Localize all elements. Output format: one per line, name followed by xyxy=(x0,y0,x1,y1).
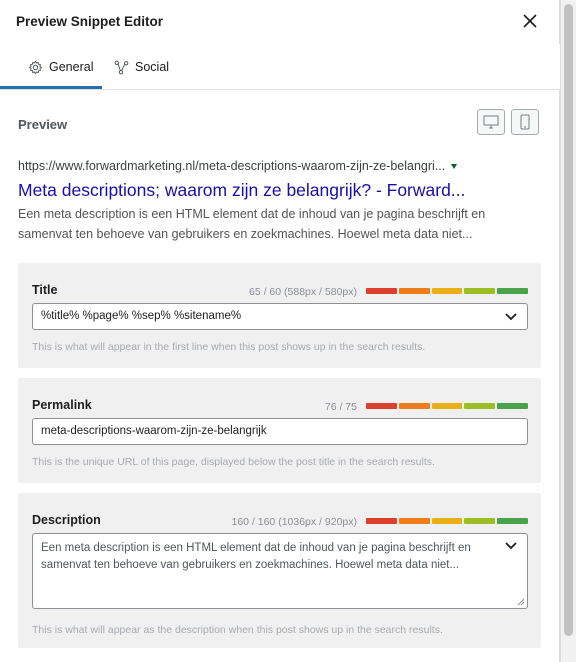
title-input-value: %title% %page% %sep% %sitename% xyxy=(41,310,242,322)
tab-social[interactable]: Social xyxy=(114,44,169,90)
meter-segment xyxy=(366,288,397,294)
close-icon xyxy=(523,14,537,28)
permalink-help-text: This is the unique URL of this page, dis… xyxy=(32,456,435,468)
tab-general-label: General xyxy=(49,60,94,74)
permalink-length-count: 76 / 75 xyxy=(324,401,357,413)
snippet-url: https://www.forwardmarketing.nl/meta-des… xyxy=(18,159,458,173)
snippet-url-text: https://www.forwardmarketing.nl/meta-des… xyxy=(18,159,446,173)
snippet-title[interactable]: Meta descriptions; waarom zijn ze belang… xyxy=(18,180,465,201)
meter-segment xyxy=(464,403,496,409)
description-textarea-value: Een meta description is een HTML element… xyxy=(41,542,471,571)
title-length-count: 65 / 60 (588px / 580px) xyxy=(249,286,357,298)
meter-segment xyxy=(497,518,528,524)
permalink-input[interactable]: meta-descriptions-waarom-zijn-ze-belangr… xyxy=(32,418,528,445)
description-length-count: 160 / 160 (1036px / 920px) xyxy=(231,516,357,528)
scrollbar-thumb[interactable] xyxy=(564,4,573,636)
tab-bar: General Social xyxy=(0,44,560,90)
meter-segment xyxy=(398,288,430,294)
meter-segment xyxy=(497,288,528,294)
meter-segment xyxy=(497,403,528,409)
description-length-meter xyxy=(366,518,528,524)
share-icon xyxy=(114,60,129,74)
desktop-icon xyxy=(483,115,499,129)
mobile-preview-button[interactable] xyxy=(511,109,539,135)
meter-segment xyxy=(366,518,397,524)
mobile-icon xyxy=(520,114,530,130)
meter-segment xyxy=(431,403,463,409)
snippet-editor-modal: Preview Snippet Editor General Social Pr… xyxy=(0,0,560,662)
tab-social-label: Social xyxy=(135,60,170,74)
title-input[interactable]: %title% %page% %sep% %sitename% xyxy=(32,303,528,330)
meter-segment xyxy=(398,403,430,409)
description-textarea[interactable]: Een meta description is een HTML element… xyxy=(32,533,528,609)
preview-heading: Preview xyxy=(18,117,68,132)
meter-segment xyxy=(464,518,496,524)
gear-icon xyxy=(28,60,43,74)
modal-scrollbar[interactable] xyxy=(560,0,576,662)
meter-segment xyxy=(431,518,463,524)
modal-title: Preview Snippet Editor xyxy=(16,14,164,29)
description-field-panel: Description 160 / 160 (1036px / 920px) E… xyxy=(18,493,541,648)
title-length-meter xyxy=(366,288,528,294)
meter-segment xyxy=(366,403,397,409)
permalink-label: Permalink xyxy=(32,398,92,412)
title-help-text: This is what will appear in the first li… xyxy=(32,341,426,353)
title-label: Title xyxy=(32,283,58,297)
permalink-length-meter xyxy=(366,403,528,409)
close-button[interactable] xyxy=(519,10,541,32)
description-label: Description xyxy=(32,513,101,527)
permalink-input-value: meta-descriptions-waarom-zijn-ze-belangr… xyxy=(41,425,267,437)
meter-segment xyxy=(398,518,430,524)
chevron-down-icon[interactable] xyxy=(505,313,517,321)
title-field-panel: Title 65 / 60 (588px / 580px) %title% %p… xyxy=(18,263,541,368)
url-dropdown-arrow-icon xyxy=(451,164,458,170)
tab-general[interactable]: General xyxy=(28,44,93,90)
active-tab-indicator xyxy=(0,86,102,89)
meter-segment xyxy=(431,288,463,294)
description-help-text: This is what will appear as the descript… xyxy=(32,624,443,636)
chevron-down-icon[interactable] xyxy=(505,542,517,550)
snippet-description: Een meta description is een HTML element… xyxy=(18,207,486,241)
modal-header: Preview Snippet Editor xyxy=(0,0,560,44)
permalink-field-panel: Permalink 76 / 75 meta-descriptions-waar… xyxy=(18,378,541,483)
resize-handle-icon[interactable] xyxy=(516,597,525,606)
desktop-preview-button[interactable] xyxy=(477,109,505,135)
meter-segment xyxy=(464,288,496,294)
